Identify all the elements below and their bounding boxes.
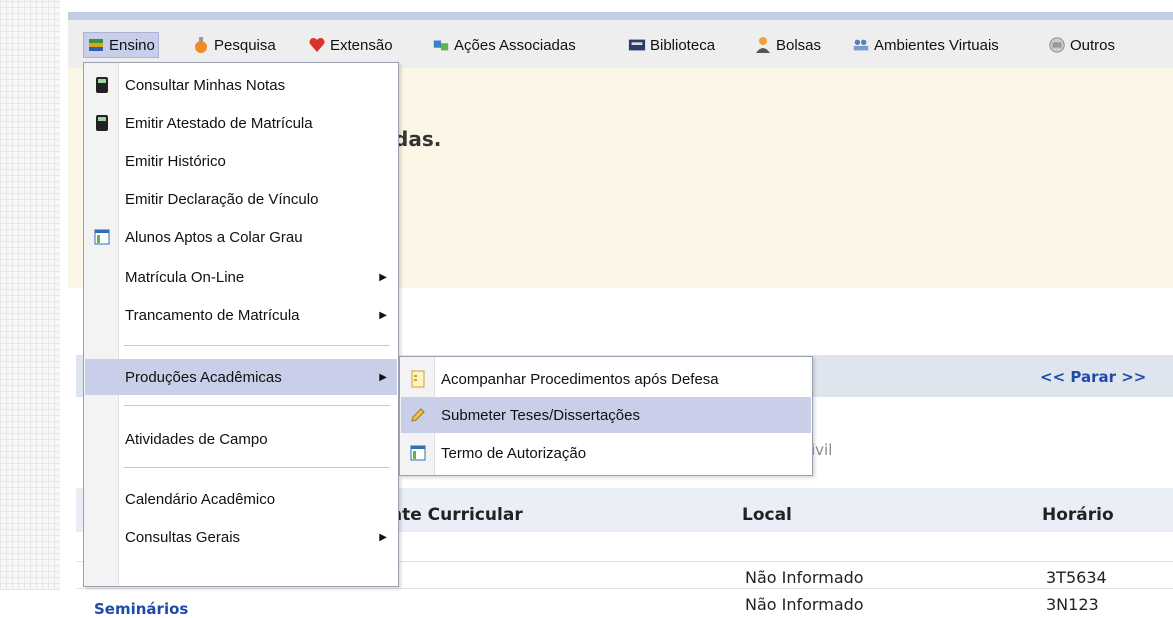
menu-item-label: Consultas Gerais — [125, 528, 241, 546]
menu-pesquisa[interactable]: Pesquisa — [192, 33, 276, 57]
menu-item-emitir-historico[interactable]: Emitir Histórico — [85, 143, 397, 179]
flask-icon — [192, 36, 210, 54]
table-icon — [93, 228, 111, 246]
menu-separator — [124, 467, 390, 469]
calculator-icon — [93, 114, 111, 132]
th-horario: Horário — [1042, 505, 1114, 525]
menu-item-consultar-notas[interactable]: Consultar Minhas Notas — [85, 67, 397, 103]
menu-ambientes-label: Ambientes Virtuais — [874, 36, 999, 54]
partial-text: ivil — [811, 441, 833, 459]
calculator-icon — [93, 76, 111, 94]
submenu-item-submeter-teses[interactable]: Submeter Teses/Dissertações — [401, 397, 811, 433]
td-component-link[interactable]: Seminários — [94, 600, 188, 618]
menu-extensao-label: Extensão — [330, 36, 393, 54]
menu-item-trancamento[interactable]: Trancamento de Matrícula ▶ — [85, 297, 397, 333]
menu-ambientes-virtuais[interactable]: Ambientes Virtuais — [852, 33, 999, 57]
heart-icon — [308, 36, 326, 54]
th-componente: nte Curricular — [390, 505, 523, 525]
producoes-submenu: Acompanhar Procedimentos após Defesa Sub… — [399, 356, 813, 476]
menu-outros[interactable]: Outros — [1048, 33, 1115, 57]
person-icon — [754, 36, 772, 54]
menu-separator — [124, 405, 390, 407]
menu-item-matricula-online[interactable]: Matrícula On-Line ▶ — [85, 259, 397, 295]
left-gutter — [0, 0, 60, 590]
submenu-item-termo-autorizacao[interactable]: Termo de Autorização — [401, 435, 811, 471]
submenu-arrow-icon: ▶ — [379, 531, 387, 543]
menu-item-label: Consultar Minhas Notas — [125, 76, 286, 94]
menu-bolsas-label: Bolsas — [776, 36, 822, 54]
people-icon — [852, 36, 870, 54]
menu-item-atividades-campo[interactable]: Atividades de Campo — [85, 421, 397, 457]
submenu-item-label: Termo de Autorização — [441, 444, 587, 462]
menu-item-declaracao-vinculo[interactable]: Emitir Declaração de Vínculo — [85, 181, 397, 217]
submenu-item-label: Submeter Teses/Dissertações — [441, 406, 640, 424]
box-icon — [1048, 36, 1066, 54]
menu-ensino[interactable]: Ensino — [83, 32, 159, 58]
menu-extensao[interactable]: Extensão — [308, 33, 393, 57]
menu-item-consultas-gerais[interactable]: Consultas Gerais ▶ — [85, 519, 397, 555]
puzzle-icon — [432, 36, 450, 54]
menu-item-label: Matrícula On-Line — [125, 268, 245, 286]
notice-text: das. — [394, 127, 442, 151]
ensino-dropdown: Consultar Minhas Notas Emitir Atestado d… — [83, 62, 399, 587]
menu-item-label: Emitir Histórico — [125, 152, 226, 170]
menu-acoes-label: Ações Associadas — [454, 36, 576, 54]
submenu-arrow-icon: ▶ — [379, 271, 387, 283]
menu-item-label: Atividades de Campo — [125, 430, 268, 448]
table-icon — [409, 444, 427, 462]
menu-biblioteca[interactable]: Biblioteca — [628, 33, 715, 57]
top-strip — [68, 12, 1173, 20]
parar-link[interactable]: << Parar >> — [1040, 368, 1146, 386]
document-icon — [409, 370, 427, 388]
menu-item-emitir-atestado[interactable]: Emitir Atestado de Matrícula — [85, 105, 397, 141]
menu-acoes-associadas[interactable]: Ações Associadas — [432, 33, 576, 57]
submenu-arrow-icon: ▶ — [379, 371, 387, 383]
td-local: Não Informado — [745, 595, 864, 614]
menu-item-label: Produções Acadêmicas — [125, 368, 282, 386]
menu-item-label: Trancamento de Matrícula — [125, 306, 300, 324]
books-icon — [87, 36, 105, 54]
menu-item-calendario[interactable]: Calendário Acadêmico — [85, 481, 397, 517]
menu-bolsas[interactable]: Bolsas — [754, 33, 821, 57]
menu-outros-label: Outros — [1070, 36, 1116, 54]
menu-separator — [124, 345, 390, 347]
menu-item-label: Alunos Aptos a Colar Grau — [125, 228, 303, 246]
submenu-item-label: Acompanhar Procedimentos após Defesa — [441, 370, 719, 388]
pencil-icon — [409, 406, 427, 424]
th-local: Local — [742, 505, 792, 525]
td-horario: 3N123 — [1046, 595, 1099, 614]
menu-item-label: Emitir Declaração de Vínculo — [125, 190, 319, 208]
menu-item-alunos-aptos[interactable]: Alunos Aptos a Colar Grau — [85, 219, 397, 255]
menu-item-producoes-academicas[interactable]: Produções Acadêmicas ▶ — [85, 359, 397, 395]
menu-item-label: Emitir Atestado de Matrícula — [125, 114, 313, 132]
printer-icon — [628, 36, 646, 54]
submenu-item-acompanhar[interactable]: Acompanhar Procedimentos após Defesa — [401, 361, 811, 397]
menu-biblioteca-label: Biblioteca — [650, 36, 716, 54]
submenu-arrow-icon: ▶ — [379, 309, 387, 321]
menu-ensino-label: Ensino — [109, 36, 155, 54]
menu-pesquisa-label: Pesquisa — [214, 36, 276, 54]
menu-item-label: Calendário Acadêmico — [125, 490, 276, 508]
